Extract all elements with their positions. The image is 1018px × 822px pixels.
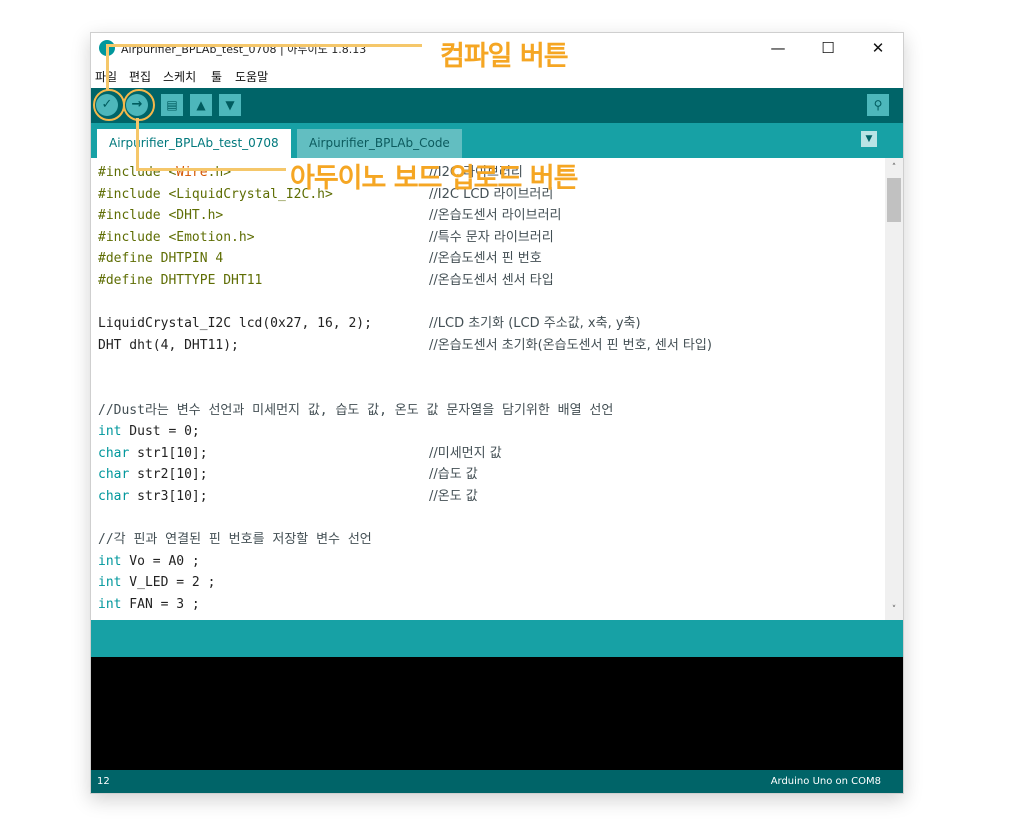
code-line: #define DHTTYPE DHT11 [98,270,262,292]
output-console [91,657,903,770]
code-type-keyword: int [98,597,122,612]
code-text: str3[10]; [129,489,208,504]
code-comment: //온습도센서 초기화(온습도센서 핀 번호, 센서 타입) [429,337,712,353]
code-line: #define DHTPIN 4 [98,248,223,270]
tab-menu-dropdown[interactable]: ▼ [861,131,877,147]
code-comment: //미세먼지 값 [429,445,502,461]
code-text: str2[10]; [129,467,208,483]
upload-annotation: 아두이노 보드 업로드 버튼 [290,163,578,194]
tab-airpurifier-test[interactable]: Airpurifier_BPLAb_test_0708 [97,129,291,158]
upload-callout-drop [136,118,139,170]
code-text: #define DHTTYPE DHT11 [98,273,263,288]
verify-button[interactable]: ✓ [96,94,118,116]
arduino-ide-window: Airpurifier_BPLAb_test_0708 | 아두이노 1.8.1… [90,32,904,794]
tab-airpurifier-code[interactable]: Airpurifier_BPLAb_Code [297,129,462,158]
code-text: #include <DHT.h> [98,208,224,224]
code-type-keyword: int [98,575,122,591]
scroll-thumb[interactable] [887,178,901,222]
code-type-keyword: char [98,445,130,461]
compile-callout-line [106,44,422,47]
tab-bar: Airpurifier_BPLAb_test_0708 Airpurifier_… [91,123,903,158]
code-line: char str3[10]; [98,486,208,508]
code-editor[interactable]: #include <Wire.h>//I2C 라이브러리 #include <Li… [91,158,885,620]
code-text: Dust = 0; [121,424,200,440]
code-type-keyword: int [98,424,122,440]
code-text: Vo = A0 ; [121,553,200,569]
code-line: #include <Emotion.h> [98,227,255,249]
menu-tools[interactable]: 툴 [211,68,222,85]
upload-button[interactable]: → [126,94,148,116]
code-line: //Dust라는 변수 선언과 미세먼지 값, 습도 값, 온도 값 문자열을 … [98,400,613,422]
code-text: str1[10]; [129,445,208,461]
new-sketch-button[interactable]: ▤ [161,94,183,116]
menu-edit[interactable]: 편집 [129,68,151,85]
code-line: char str1[10]; [98,443,208,465]
scroll-up-arrow[interactable]: ˄ [885,160,903,176]
line-number: 12 [97,776,110,787]
code-line: char str2[10]; [98,464,208,486]
status-bar [91,620,903,657]
maximize-button[interactable]: ☐ [813,37,843,59]
compile-callout-drop [106,44,109,90]
code-text: LiquidCrystal_I2C lcd(0x27, 16, 2); [98,316,372,332]
code-text: FAN = 3 ; [121,597,200,612]
code-comment: //습도 값 [429,467,478,483]
serial-monitor-button[interactable]: ⚲ [867,94,889,116]
code-comment: //온도 값 [429,489,478,504]
code-type-keyword: char [98,467,130,483]
code-text: #define DHTPIN 4 [98,251,224,267]
board-port: Arduino Uno on COM8 [770,776,881,787]
toolbar: ✓ → ▤ ▲ ▼ ⚲ [91,88,903,123]
code-comment: //온습도센서 라이브러리 [429,208,562,224]
code-text: //각 핀과 연결된 핀 번호를 저장할 변수 선언 [98,532,372,548]
code-line: int Dust = 0; [98,421,200,443]
code-line: DHT dht(4, DHT11); [98,335,239,357]
code-line: //각 핀과 연결된 핀 번호를 저장할 변수 선언 [98,529,372,551]
code-comment: //온습도센서 핀 번호 [429,251,542,267]
close-button[interactable]: ✕ [863,37,893,59]
menu-sketch[interactable]: 스케치 [163,68,196,85]
footer-bar: 12 Arduino Uno on COM8 [91,770,903,793]
code-text: V_LED = 2 ; [121,575,216,591]
upload-callout-line [136,168,286,171]
code-type-keyword: char [98,489,130,504]
code-line: LiquidCrystal_I2C lcd(0x27, 16, 2); [98,313,372,335]
code-comment: //LCD 초기화 (LCD 주소값, x축, y축) [429,316,641,332]
code-line: #include <Wire.h> [98,162,231,184]
code-text: #include <Emotion.h> [98,229,255,245]
code-text: //Dust라는 변수 선언과 미세먼지 값, 습도 값, 온도 값 문자열을 … [98,402,614,418]
scroll-down-arrow[interactable]: ˅ [885,602,903,618]
code-type-keyword: int [98,553,122,569]
code-comment: //특수 문자 라이브러리 [429,229,554,245]
open-sketch-button[interactable]: ▲ [190,94,212,116]
menu-help[interactable]: 도움말 [235,68,268,85]
code-comment: //온습도센서 센서 타입 [429,273,554,288]
editor-scrollbar[interactable]: ˄ ˅ [885,158,903,620]
code-line: int Vo = A0 ; [98,551,200,573]
code-text: DHT dht(4, DHT11); [98,337,239,353]
code-line: int FAN = 3 ; [98,594,200,616]
minimize-button[interactable]: — [763,37,793,59]
save-sketch-button[interactable]: ▼ [219,94,241,116]
code-line: #include <DHT.h> [98,205,223,227]
compile-annotation: 컴파일 버튼 [440,41,569,72]
code-line: int V_LED = 2 ; [98,572,215,594]
